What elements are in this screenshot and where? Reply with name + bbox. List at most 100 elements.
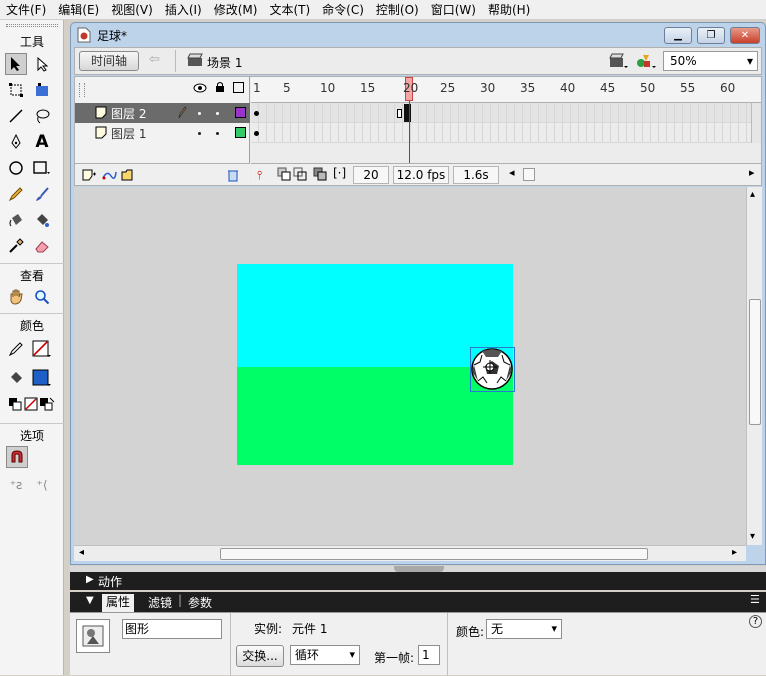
menu-text[interactable]: 文本(T) [263,0,316,20]
timeline-grip[interactable] [79,83,85,97]
edit-symbols-icon[interactable] [635,52,657,73]
timeline-toggle-button[interactable]: 时间轴 [79,51,139,71]
frame-row-layer-2[interactable] [251,103,751,123]
tab-properties[interactable]: 属性 [102,594,135,612]
gradient-transform-icon[interactable] [31,79,53,101]
lock-dot[interactable] [216,112,219,115]
scroll-right-icon[interactable]: ▸ [732,547,737,558]
onion-skin-icon[interactable] [277,167,291,184]
eyedropper-icon[interactable] [5,235,27,257]
layer-name[interactable]: 图层 2 [111,105,146,122]
insert-layer-icon[interactable] [81,168,97,185]
line-tool-icon[interactable] [5,105,27,127]
scroll-down-icon[interactable]: ▾ [750,531,755,542]
eraser-icon[interactable] [31,235,53,257]
ink-bottle-icon[interactable] [5,209,27,231]
lasso-tool-icon[interactable] [31,105,53,127]
menu-modify[interactable]: 修改(M) [208,0,264,20]
keyframe-marker[interactable] [254,111,259,116]
menu-edit[interactable]: 编辑(E) [52,0,105,20]
tab-parameters[interactable]: 参数 [188,594,212,611]
free-transform-icon[interactable] [5,79,27,101]
layer-row-2[interactable]: 图层 2 [75,103,250,123]
edit-scene-icon[interactable] [609,52,629,73]
edit-multiple-frames-icon[interactable] [313,167,327,184]
text-tool-icon[interactable]: A [31,131,53,153]
lock-dot[interactable] [216,132,219,135]
layer-outline-color[interactable] [235,107,246,118]
stage-horizontal-scrollbar[interactable]: ◂ ▸ [74,545,746,561]
frame-ruler[interactable]: 1 5 10 15 20 25 30 35 40 45 50 55 60 [251,77,761,103]
symbol-behavior-select[interactable]: 图形 [122,619,222,639]
keyframe-marker[interactable] [254,131,259,136]
back-arrow-icon[interactable]: ⇦ [149,52,160,67]
swap-colors-icon[interactable] [36,393,58,415]
snap-to-objects-icon[interactable] [6,446,28,468]
swap-symbol-button[interactable]: 交换... [236,645,284,667]
straighten-option-icon[interactable]: ⁺⟨ [31,474,53,496]
pencil-tool-icon[interactable] [5,183,27,205]
panel-menu-icon[interactable]: ☰ [750,593,760,606]
subselection-tool-icon[interactable] [31,53,53,75]
hscroll-thumb[interactable] [220,548,648,560]
loop-select[interactable]: 循环 [290,645,360,665]
menu-view[interactable]: 视图(V) [105,0,159,20]
zoom-select[interactable]: 50% ▾ [663,51,758,71]
rectangle-tool-icon[interactable] [31,157,53,179]
frame-end-marker[interactable] [397,109,402,118]
layer-name[interactable]: 图层 1 [111,125,146,142]
panel-grip[interactable] [6,24,58,27]
fill-color-swatch[interactable] [31,367,53,389]
menu-control[interactable]: 控制(O) [370,0,425,20]
stage-area[interactable] [74,187,746,545]
onion-skin-outlines-icon[interactable] [293,167,307,184]
tab-filters[interactable]: 滤镜 [148,594,172,611]
soccer-ball-instance[interactable] [470,347,515,392]
scene-name[interactable]: 场景 1 [207,54,242,71]
center-frame-icon[interactable]: ⫯ [257,168,262,183]
insert-folder-icon[interactable] [121,168,137,185]
menu-window[interactable]: 窗口(W) [425,0,482,20]
scroll-left-icon[interactable]: ◂ [79,547,84,558]
pen-tool-icon[interactable] [5,131,27,153]
stroke-color-swatch[interactable] [31,338,53,360]
frames-hscroll-thumb[interactable] [523,168,535,181]
add-motion-guide-icon[interactable] [101,168,117,185]
brush-tool-icon[interactable] [31,183,53,205]
scroll-up-icon[interactable]: ▴ [750,189,755,200]
smooth-option-icon[interactable]: ⁺ƨ [5,474,27,496]
menu-insert[interactable]: 插入(I) [159,0,208,20]
collapse-arrow-icon[interactable]: ▼ [86,595,94,606]
frame-row-layer-1[interactable] [251,123,751,143]
actions-panel-header[interactable]: ▶ 动作 [70,572,766,590]
show-hide-all-icon[interactable] [193,82,207,96]
layer-row-1[interactable]: 图层 1 [75,123,250,143]
zoom-tool-icon[interactable] [31,286,53,308]
lock-all-icon[interactable] [215,81,225,96]
document-titlebar[interactable]: 足球* ▁ ❐ ✕ [71,23,765,47]
help-icon[interactable]: ? [749,615,762,628]
scroll-left-icon[interactable]: ◂ [509,166,515,179]
vscroll-thumb[interactable] [749,299,761,425]
scroll-right-icon[interactable]: ▸ [749,166,755,179]
frame-rate[interactable]: 12.0 fps [393,166,449,184]
delete-layer-icon[interactable] [227,168,239,185]
hand-tool-icon[interactable] [5,286,27,308]
menu-commands[interactable]: 命令(C) [316,0,370,20]
color-effect-select[interactable]: 无 [486,619,562,639]
layer-outline-color[interactable] [235,127,246,138]
visibility-dot[interactable] [198,132,201,135]
outline-all-icon[interactable] [233,82,244,93]
restore-button[interactable]: ❐ [697,27,725,44]
paint-bucket-icon[interactable] [31,209,53,231]
menu-file[interactable]: 文件(F) [0,0,52,20]
oval-tool-icon[interactable] [5,157,27,179]
stage-vertical-scrollbar[interactable]: ▴ ▾ [746,187,762,545]
menu-help[interactable]: 帮助(H) [482,0,536,20]
frames-vscroll[interactable] [751,103,761,143]
minimize-button[interactable]: ▁ [664,27,692,44]
close-button[interactable]: ✕ [730,27,760,44]
selection-tool-icon[interactable] [5,53,27,75]
visibility-dot[interactable] [198,112,201,115]
modify-markers-icon[interactable]: [·] [333,166,346,180]
